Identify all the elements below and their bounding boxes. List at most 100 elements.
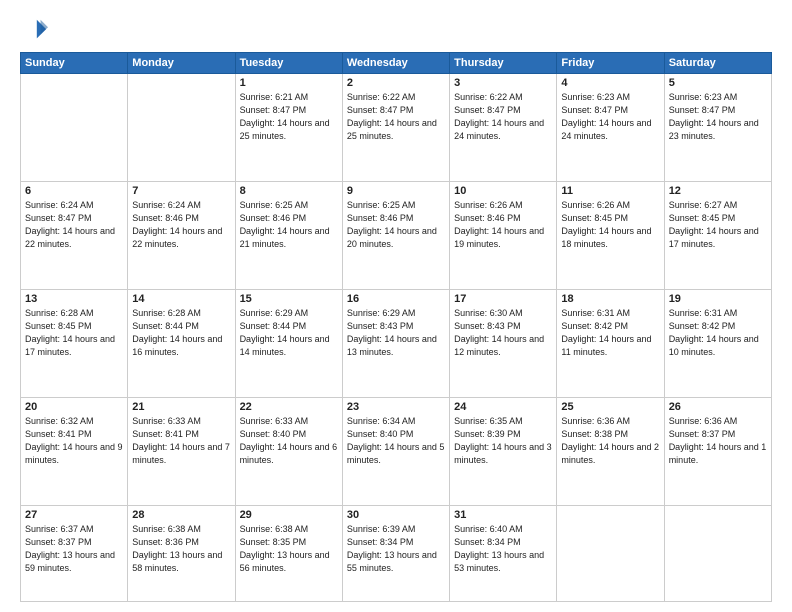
day-number: 17 [454,293,552,305]
day-number: 13 [25,293,123,305]
calendar-cell: 4 Sunrise: 6:23 AM Sunset: 8:47 PM Daylig… [557,74,664,182]
day-number: 18 [561,293,659,305]
cell-content: Sunrise: 6:29 AM Sunset: 8:43 PM Dayligh… [347,307,445,359]
calendar-cell: 25 Sunrise: 6:36 AM Sunset: 8:38 PM Dayli… [557,398,664,506]
calendar: SundayMondayTuesdayWednesdayThursdayFrid… [20,52,772,602]
calendar-row: 13 Sunrise: 6:28 AM Sunset: 8:45 PM Dayli… [21,290,772,398]
day-number: 21 [132,401,230,413]
day-number: 19 [669,293,767,305]
calendar-cell: 20 Sunrise: 6:32 AM Sunset: 8:41 PM Dayli… [21,398,128,506]
cell-content: Sunrise: 6:29 AM Sunset: 8:44 PM Dayligh… [240,307,338,359]
calendar-cell: 22Sunrise: 6:33 AM Sunset: 8:40 PM Dayli… [235,398,342,506]
day-number: 14 [132,293,230,305]
day-number: 11 [561,185,659,197]
day-number: 5 [669,77,767,89]
calendar-cell: 24 Sunrise: 6:35 AM Sunset: 8:39 PM Dayli… [450,398,557,506]
day-header-friday: Friday [557,53,664,74]
cell-content: Sunrise: 6:37 AM Sunset: 8:37 PM Dayligh… [25,523,123,575]
calendar-cell: 31Sunrise: 6:40 AM Sunset: 8:34 PM Dayli… [450,506,557,602]
calendar-row: 6 Sunrise: 6:24 AM Sunset: 8:47 PM Daylig… [21,182,772,290]
day-number: 28 [132,509,230,521]
day-number: 10 [454,185,552,197]
day-header-thursday: Thursday [450,53,557,74]
page: SundayMondayTuesdayWednesdayThursdayFrid… [0,0,792,612]
cell-content: Sunrise: 6:22 AM Sunset: 8:47 PM Dayligh… [454,91,552,143]
calendar-cell: 30Sunrise: 6:39 AM Sunset: 8:34 PM Dayli… [342,506,449,602]
day-number: 26 [669,401,767,413]
day-header-monday: Monday [128,53,235,74]
calendar-cell: 29Sunrise: 6:38 AM Sunset: 8:35 PM Dayli… [235,506,342,602]
calendar-cell: 16Sunrise: 6:29 AM Sunset: 8:43 PM Dayli… [342,290,449,398]
cell-content: Sunrise: 6:33 AM Sunset: 8:41 PM Dayligh… [132,415,230,467]
cell-content: Sunrise: 6:31 AM Sunset: 8:42 PM Dayligh… [669,307,767,359]
cell-content: Sunrise: 6:38 AM Sunset: 8:36 PM Dayligh… [132,523,230,575]
day-number: 24 [454,401,552,413]
calendar-cell: 27 Sunrise: 6:37 AM Sunset: 8:37 PM Dayli… [21,506,128,602]
calendar-cell [557,506,664,602]
cell-content: Sunrise: 6:25 AM Sunset: 8:46 PM Dayligh… [347,199,445,251]
calendar-cell: 3 Sunrise: 6:22 AM Sunset: 8:47 PM Daylig… [450,74,557,182]
day-number: 12 [669,185,767,197]
calendar-cell: 23 Sunrise: 6:34 AM Sunset: 8:40 PM Dayli… [342,398,449,506]
day-header-wednesday: Wednesday [342,53,449,74]
day-number: 3 [454,77,552,89]
day-number: 31 [454,509,552,521]
day-number: 4 [561,77,659,89]
calendar-cell: 8 Sunrise: 6:25 AM Sunset: 8:46 PM Daylig… [235,182,342,290]
day-number: 25 [561,401,659,413]
cell-content: Sunrise: 6:28 AM Sunset: 8:45 PM Dayligh… [25,307,123,359]
calendar-cell: 15Sunrise: 6:29 AM Sunset: 8:44 PM Dayli… [235,290,342,398]
calendar-row: 1 Sunrise: 6:21 AM Sunset: 8:47 PM Daylig… [21,74,772,182]
calendar-cell: 11 Sunrise: 6:26 AM Sunset: 8:45 PM Dayli… [557,182,664,290]
day-number: 2 [347,77,445,89]
day-number: 8 [240,185,338,197]
cell-content: Sunrise: 6:26 AM Sunset: 8:45 PM Dayligh… [561,199,659,251]
header [20,16,772,44]
day-number: 23 [347,401,445,413]
cell-content: Sunrise: 6:36 AM Sunset: 8:37 PM Dayligh… [669,415,767,467]
calendar-cell: 6 Sunrise: 6:24 AM Sunset: 8:47 PM Daylig… [21,182,128,290]
calendar-cell [664,506,771,602]
calendar-cell: 18 Sunrise: 6:31 AM Sunset: 8:42 PM Dayli… [557,290,664,398]
calendar-cell: 12Sunrise: 6:27 AM Sunset: 8:45 PM Dayli… [664,182,771,290]
cell-content: Sunrise: 6:26 AM Sunset: 8:46 PM Dayligh… [454,199,552,251]
cell-content: Sunrise: 6:33 AM Sunset: 8:40 PM Dayligh… [240,415,338,467]
day-number: 20 [25,401,123,413]
day-number: 6 [25,185,123,197]
day-number: 1 [240,77,338,89]
logo-icon [20,16,48,44]
calendar-cell: 10 Sunrise: 6:26 AM Sunset: 8:46 PM Dayli… [450,182,557,290]
cell-content: Sunrise: 6:23 AM Sunset: 8:47 PM Dayligh… [561,91,659,143]
header-row: SundayMondayTuesdayWednesdayThursdayFrid… [21,53,772,74]
cell-content: Sunrise: 6:31 AM Sunset: 8:42 PM Dayligh… [561,307,659,359]
day-header-tuesday: Tuesday [235,53,342,74]
calendar-cell: 7Sunrise: 6:24 AM Sunset: 8:46 PM Daylig… [128,182,235,290]
day-number: 27 [25,509,123,521]
calendar-cell: 5 Sunrise: 6:23 AM Sunset: 8:47 PM Daylig… [664,74,771,182]
calendar-cell: 21 Sunrise: 6:33 AM Sunset: 8:41 PM Dayli… [128,398,235,506]
calendar-cell: 13 Sunrise: 6:28 AM Sunset: 8:45 PM Dayli… [21,290,128,398]
cell-content: Sunrise: 6:38 AM Sunset: 8:35 PM Dayligh… [240,523,338,575]
cell-content: Sunrise: 6:28 AM Sunset: 8:44 PM Dayligh… [132,307,230,359]
cell-content: Sunrise: 6:24 AM Sunset: 8:47 PM Dayligh… [25,199,123,251]
calendar-cell: 28 Sunrise: 6:38 AM Sunset: 8:36 PM Dayli… [128,506,235,602]
cell-content: Sunrise: 6:39 AM Sunset: 8:34 PM Dayligh… [347,523,445,575]
cell-content: Sunrise: 6:22 AM Sunset: 8:47 PM Dayligh… [347,91,445,143]
calendar-cell: 19 Sunrise: 6:31 AM Sunset: 8:42 PM Dayli… [664,290,771,398]
day-header-saturday: Saturday [664,53,771,74]
cell-content: Sunrise: 6:23 AM Sunset: 8:47 PM Dayligh… [669,91,767,143]
cell-content: Sunrise: 6:30 AM Sunset: 8:43 PM Dayligh… [454,307,552,359]
cell-content: Sunrise: 6:34 AM Sunset: 8:40 PM Dayligh… [347,415,445,467]
calendar-cell: 2 Sunrise: 6:22 AM Sunset: 8:47 PM Daylig… [342,74,449,182]
day-number: 9 [347,185,445,197]
calendar-body: 1 Sunrise: 6:21 AM Sunset: 8:47 PM Daylig… [21,74,772,602]
calendar-cell: 9 Sunrise: 6:25 AM Sunset: 8:46 PM Daylig… [342,182,449,290]
calendar-cell: 1 Sunrise: 6:21 AM Sunset: 8:47 PM Daylig… [235,74,342,182]
cell-content: Sunrise: 6:36 AM Sunset: 8:38 PM Dayligh… [561,415,659,467]
cell-content: Sunrise: 6:21 AM Sunset: 8:47 PM Dayligh… [240,91,338,143]
cell-content: Sunrise: 6:32 AM Sunset: 8:41 PM Dayligh… [25,415,123,467]
calendar-cell: 17 Sunrise: 6:30 AM Sunset: 8:43 PM Dayli… [450,290,557,398]
cell-content: Sunrise: 6:25 AM Sunset: 8:46 PM Dayligh… [240,199,338,251]
cell-content: Sunrise: 6:35 AM Sunset: 8:39 PM Dayligh… [454,415,552,467]
calendar-cell: 14 Sunrise: 6:28 AM Sunset: 8:44 PM Dayli… [128,290,235,398]
